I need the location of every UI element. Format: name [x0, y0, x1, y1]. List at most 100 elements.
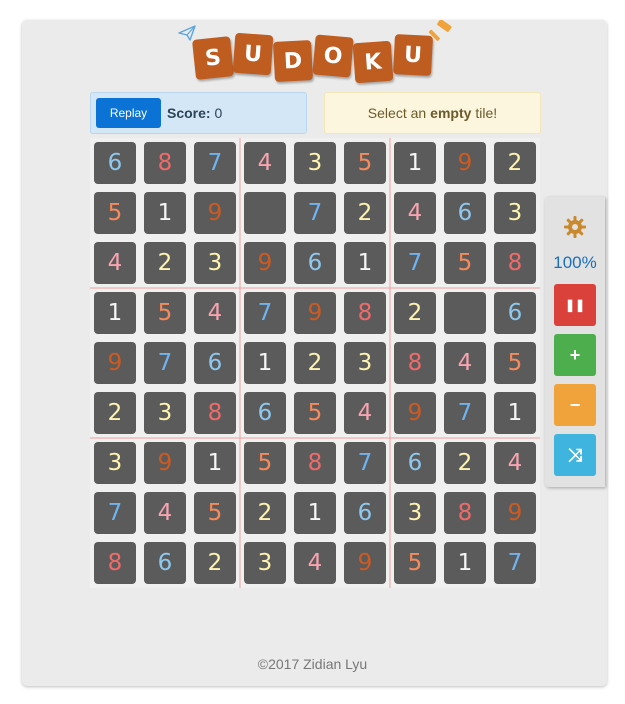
- number-tile[interactable]: 1: [194, 442, 236, 484]
- board-cell[interactable]: 1: [90, 288, 140, 338]
- number-tile[interactable]: 4: [494, 442, 536, 484]
- number-tile[interactable]: 6: [194, 342, 236, 384]
- board-cell[interactable]: 4: [440, 338, 490, 388]
- number-tile[interactable]: 9: [144, 442, 186, 484]
- board-cell[interactable]: 5: [340, 138, 390, 188]
- board-cell[interactable]: 6: [440, 188, 490, 238]
- board-cell[interactable]: 9: [440, 138, 490, 188]
- board-cell[interactable]: 9: [490, 488, 540, 538]
- empty-tile[interactable]: [444, 292, 486, 334]
- board-cell[interactable]: 9: [140, 438, 190, 488]
- board-cell[interactable]: 2: [340, 188, 390, 238]
- number-tile[interactable]: 5: [94, 192, 136, 234]
- number-tile[interactable]: 6: [244, 392, 286, 434]
- number-tile[interactable]: 5: [144, 292, 186, 334]
- empty-tile[interactable]: [244, 192, 286, 234]
- board-cell[interactable]: 6: [190, 338, 240, 388]
- board-cell[interactable]: 5: [140, 288, 190, 338]
- board-cell[interactable]: 6: [240, 388, 290, 438]
- board-cell[interactable]: 4: [390, 188, 440, 238]
- number-tile[interactable]: 8: [194, 392, 236, 434]
- number-tile[interactable]: 7: [394, 242, 436, 284]
- number-tile[interactable]: 9: [444, 142, 486, 184]
- board-cell[interactable]: 9: [90, 338, 140, 388]
- board-cell[interactable]: 1: [140, 188, 190, 238]
- number-tile[interactable]: 3: [244, 542, 286, 584]
- board-cell[interactable]: 2: [490, 138, 540, 188]
- number-tile[interactable]: 3: [94, 442, 136, 484]
- empty-cell[interactable]: [240, 188, 290, 238]
- board-cell[interactable]: 5: [190, 488, 240, 538]
- board-cell[interactable]: 2: [290, 338, 340, 388]
- number-tile[interactable]: 6: [294, 242, 336, 284]
- board-cell[interactable]: 7: [240, 288, 290, 338]
- number-tile[interactable]: 1: [294, 492, 336, 534]
- number-tile[interactable]: 4: [294, 542, 336, 584]
- number-tile[interactable]: 6: [444, 192, 486, 234]
- board-cell[interactable]: 8: [140, 138, 190, 188]
- number-tile[interactable]: 6: [94, 142, 136, 184]
- number-tile[interactable]: 7: [194, 142, 236, 184]
- number-tile[interactable]: 8: [344, 292, 386, 334]
- number-tile[interactable]: 5: [394, 542, 436, 584]
- board-cell[interactable]: 9: [240, 238, 290, 288]
- number-tile[interactable]: 1: [144, 192, 186, 234]
- number-tile[interactable]: 1: [244, 342, 286, 384]
- number-tile[interactable]: 1: [94, 292, 136, 334]
- board-cell[interactable]: 2: [390, 288, 440, 338]
- board-cell[interactable]: 1: [190, 438, 240, 488]
- replay-button[interactable]: Replay: [96, 98, 161, 128]
- number-tile[interactable]: 9: [494, 492, 536, 534]
- board-cell[interactable]: 8: [340, 288, 390, 338]
- board-cell[interactable]: 5: [240, 438, 290, 488]
- board-cell[interactable]: 7: [140, 338, 190, 388]
- board-cell[interactable]: 1: [440, 538, 490, 588]
- number-tile[interactable]: 7: [494, 542, 536, 584]
- number-tile[interactable]: 3: [144, 392, 186, 434]
- board-cell[interactable]: 5: [390, 538, 440, 588]
- board-cell[interactable]: 3: [90, 438, 140, 488]
- board-cell[interactable]: 5: [290, 388, 340, 438]
- board-cell[interactable]: 7: [290, 188, 340, 238]
- number-tile[interactable]: 1: [344, 242, 386, 284]
- board-cell[interactable]: 1: [490, 388, 540, 438]
- board-cell[interactable]: 2: [240, 488, 290, 538]
- board-cell[interactable]: 1: [340, 238, 390, 288]
- board-cell[interactable]: 4: [290, 538, 340, 588]
- number-tile[interactable]: 2: [244, 492, 286, 534]
- number-tile[interactable]: 9: [94, 342, 136, 384]
- board-cell[interactable]: 6: [490, 288, 540, 338]
- board-cell[interactable]: 5: [90, 188, 140, 238]
- number-tile[interactable]: 2: [344, 192, 386, 234]
- board-cell[interactable]: 8: [90, 538, 140, 588]
- board-cell[interactable]: 7: [490, 538, 540, 588]
- number-tile[interactable]: 2: [94, 392, 136, 434]
- number-tile[interactable]: 2: [494, 142, 536, 184]
- number-tile[interactable]: 8: [94, 542, 136, 584]
- number-tile[interactable]: 4: [94, 242, 136, 284]
- number-tile[interactable]: 3: [194, 242, 236, 284]
- board-cell[interactable]: 6: [140, 538, 190, 588]
- number-tile[interactable]: 8: [294, 442, 336, 484]
- board-cell[interactable]: 7: [440, 388, 490, 438]
- board-cell[interactable]: 2: [90, 388, 140, 438]
- board-cell[interactable]: 1: [240, 338, 290, 388]
- board-cell[interactable]: 4: [340, 388, 390, 438]
- number-tile[interactable]: 9: [194, 192, 236, 234]
- number-tile[interactable]: 3: [344, 342, 386, 384]
- board-cell[interactable]: 3: [390, 488, 440, 538]
- number-tile[interactable]: 6: [344, 492, 386, 534]
- board-cell[interactable]: 4: [490, 438, 540, 488]
- zoom-out-button[interactable]: −: [554, 384, 596, 426]
- board-cell[interactable]: 2: [190, 538, 240, 588]
- number-tile[interactable]: 5: [294, 392, 336, 434]
- empty-cell[interactable]: [440, 288, 490, 338]
- board-cell[interactable]: 9: [390, 388, 440, 438]
- number-tile[interactable]: 9: [344, 542, 386, 584]
- board-cell[interactable]: 3: [240, 538, 290, 588]
- board-cell[interactable]: 3: [340, 338, 390, 388]
- number-tile[interactable]: 6: [144, 542, 186, 584]
- board-cell[interactable]: 5: [440, 238, 490, 288]
- board-cell[interactable]: 1: [390, 138, 440, 188]
- number-tile[interactable]: 9: [394, 392, 436, 434]
